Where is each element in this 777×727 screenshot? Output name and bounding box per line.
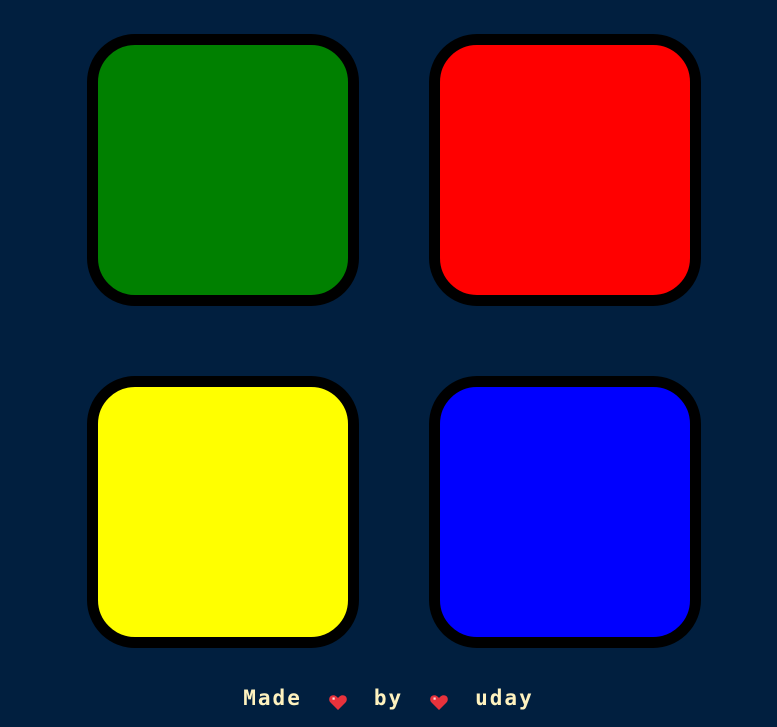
- footer-author-text: uday: [475, 686, 534, 710]
- heart-icon: [429, 692, 449, 712]
- yellow-pad-button[interactable]: [87, 376, 359, 648]
- footer-made-text: Made: [243, 686, 302, 710]
- simon-game-board: Made by uday: [0, 0, 777, 727]
- blue-pad-button[interactable]: [429, 376, 701, 648]
- red-pad-button[interactable]: [429, 34, 701, 306]
- footer-by-text: by: [373, 686, 404, 710]
- footer-credit: Made by uday: [0, 680, 777, 716]
- green-pad-button[interactable]: [87, 34, 359, 306]
- heart-icon: [328, 692, 348, 712]
